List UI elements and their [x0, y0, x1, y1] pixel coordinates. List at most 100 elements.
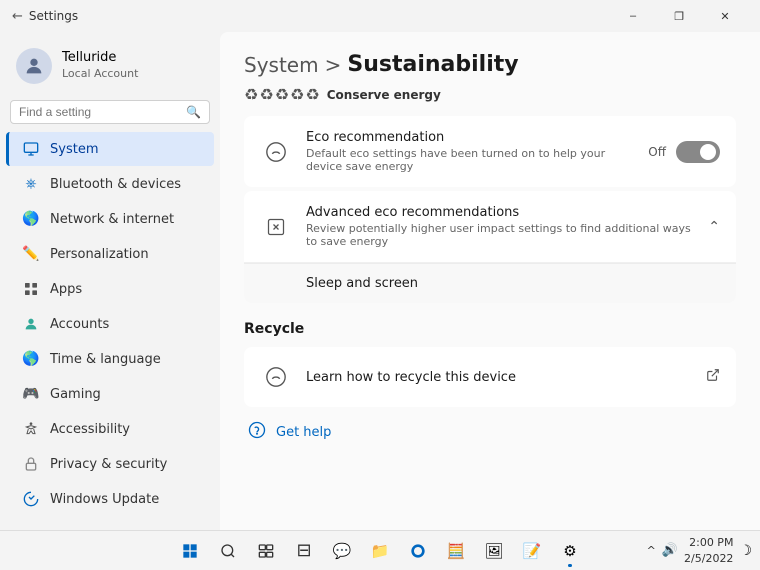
sidebar: Telluride Local Account 🔍 System ⎈ Bluet… [0, 32, 220, 570]
eco-recommendation-card: Eco recommendation Default eco settings … [244, 116, 736, 187]
titlebar: ← Settings – ❐ ✕ [0, 0, 760, 32]
taskbar-time-text: 2:00 PM [684, 535, 733, 550]
get-help-link[interactable]: Get help [276, 425, 331, 440]
sidebar-item-privacy[interactable]: Privacy & security [6, 447, 214, 481]
taskbar-taskview[interactable] [248, 533, 284, 569]
breadcrumb-separator: > [325, 53, 342, 77]
bluetooth-icon: ⎈ [22, 175, 40, 193]
taskbar-settings[interactable]: ⚙ [552, 533, 588, 569]
learn-recycle-row[interactable]: Learn how to recycle this device [244, 347, 736, 407]
taskbar: ⊟ 💬 📁 🧮 🖼 📝 ⚙ ^ 🔊 2:00 PM 2/5/2022 ☽ [0, 530, 760, 570]
gaming-icon: 🎮 [22, 385, 40, 403]
taskbar-search[interactable] [210, 533, 246, 569]
close-button[interactable]: ✕ [702, 0, 748, 32]
back-button[interactable]: ← [12, 9, 23, 24]
sidebar-item-windows-update[interactable]: Windows Update [6, 482, 214, 516]
breadcrumb-parent[interactable]: System [244, 53, 319, 77]
taskbar-chat[interactable]: 💬 [324, 533, 360, 569]
sleep-screen-section: Sleep and screen [244, 263, 736, 303]
eco-toggle[interactable] [676, 141, 720, 163]
conserve-energy-label: Conserve energy [327, 88, 441, 102]
toggle-label: Off [648, 145, 666, 159]
titlebar-controls: – ❐ ✕ [610, 0, 748, 32]
titlebar-left: ← Settings [12, 9, 78, 24]
recycle-text: Learn how to recycle this device [306, 370, 692, 385]
sidebar-item-system[interactable]: System [6, 132, 214, 166]
user-info: Telluride Local Account [62, 50, 138, 81]
sidebar-item-bluetooth[interactable]: ⎈ Bluetooth & devices [6, 167, 214, 201]
breadcrumb: System > Sustainability [244, 52, 736, 77]
sidebar-item-accessibility[interactable]: Accessibility [6, 412, 214, 446]
taskbar-photos[interactable]: 🖼 [476, 533, 512, 569]
sidebar-item-personalization[interactable]: ✏️ Personalization [6, 237, 214, 271]
toggle-container: Off [648, 141, 720, 163]
eco-recommendation-row[interactable]: Eco recommendation Default eco settings … [244, 116, 736, 187]
recycle-icon [260, 361, 292, 393]
personalization-label: Personalization [50, 247, 149, 262]
bluetooth-label: Bluetooth & devices [50, 177, 181, 192]
external-link-icon [706, 368, 720, 386]
system-label: System [50, 142, 98, 157]
advanced-eco-row[interactable]: Advanced eco recommendations Review pote… [244, 191, 736, 263]
network-icon: 🌎 [22, 210, 40, 228]
eco-text: Eco recommendation Default eco settings … [306, 130, 634, 173]
apps-label: Apps [50, 282, 82, 297]
taskbar-chevron[interactable]: ^ [647, 544, 656, 557]
sidebar-item-gaming[interactable]: 🎮 Gaming [6, 377, 214, 411]
taskbar-volume[interactable]: 🔊 [662, 543, 678, 558]
sleep-screen-row[interactable]: Sleep and screen [244, 263, 736, 303]
content-area: System > Sustainability ♻♻♻♻♻ Conserve e… [220, 32, 760, 570]
time-label: Time & language [50, 352, 161, 367]
recycle-label: Recycle [244, 321, 736, 337]
taskbar-right: ^ 🔊 2:00 PM 2/5/2022 ☽ [647, 535, 752, 566]
taskbar-center: ⊟ 💬 📁 🧮 🖼 📝 ⚙ [172, 533, 588, 569]
titlebar-title: Settings [29, 9, 78, 23]
taskbar-clock[interactable]: 2:00 PM 2/5/2022 [684, 535, 733, 566]
search-input[interactable] [19, 105, 180, 119]
advanced-eco-card: Advanced eco recommendations Review pote… [244, 191, 736, 303]
network-label: Network & internet [50, 212, 174, 227]
eco-title: Eco recommendation [306, 130, 634, 145]
sidebar-item-accounts[interactable]: Accounts [6, 307, 214, 341]
chevron-up-icon[interactable]: ⌃ [708, 219, 720, 235]
taskbar-widgets[interactable]: ⊟ [286, 533, 322, 569]
learn-recycle-title: Learn how to recycle this device [306, 370, 692, 385]
get-help-row[interactable]: Get help [244, 411, 736, 454]
user-section: Telluride Local Account [0, 40, 220, 96]
avatar [16, 48, 52, 84]
windows-update-label: Windows Update [50, 492, 159, 507]
user-name: Telluride [62, 50, 138, 67]
sidebar-item-time[interactable]: 🌎 Time & language [6, 342, 214, 376]
privacy-label: Privacy & security [50, 457, 167, 472]
advanced-eco-text: Advanced eco recommendations Review pote… [306, 205, 694, 248]
get-help-icon [248, 421, 266, 444]
accounts-label: Accounts [50, 317, 109, 332]
taskbar-calculator[interactable]: 🧮 [438, 533, 474, 569]
sidebar-item-network[interactable]: 🌎 Network & internet [6, 202, 214, 236]
gaming-label: Gaming [50, 387, 101, 402]
taskbar-explorer[interactable]: 📁 [362, 533, 398, 569]
taskbar-edge[interactable] [400, 533, 436, 569]
search-box[interactable]: 🔍 [10, 100, 210, 124]
minimize-button[interactable]: – [610, 0, 656, 32]
taskbar-sticky[interactable]: 📝 [514, 533, 550, 569]
breadcrumb-current: Sustainability [347, 52, 518, 77]
taskbar-date-text: 2/5/2022 [684, 551, 733, 566]
accounts-icon [22, 315, 40, 333]
user-role: Local Account [62, 67, 138, 81]
app-container: Telluride Local Account 🔍 System ⎈ Bluet… [0, 32, 760, 570]
taskbar-moon[interactable]: ☽ [739, 543, 752, 559]
time-icon: 🌎 [22, 350, 40, 368]
advanced-eco-desc: Review potentially higher user impact se… [306, 222, 694, 248]
maximize-button[interactable]: ❐ [656, 0, 702, 32]
accessibility-label: Accessibility [50, 422, 130, 437]
system-icon [22, 140, 40, 158]
personalization-icon: ✏️ [22, 245, 40, 263]
accessibility-icon [22, 420, 40, 438]
windows-update-icon [22, 490, 40, 508]
advanced-eco-icon [260, 211, 292, 243]
sidebar-item-apps[interactable]: Apps [6, 272, 214, 306]
leaf-icons: ♻♻♻♻♻ [244, 85, 321, 104]
taskbar-start[interactable] [172, 533, 208, 569]
eco-desc: Default eco settings have been turned on… [306, 147, 634, 173]
